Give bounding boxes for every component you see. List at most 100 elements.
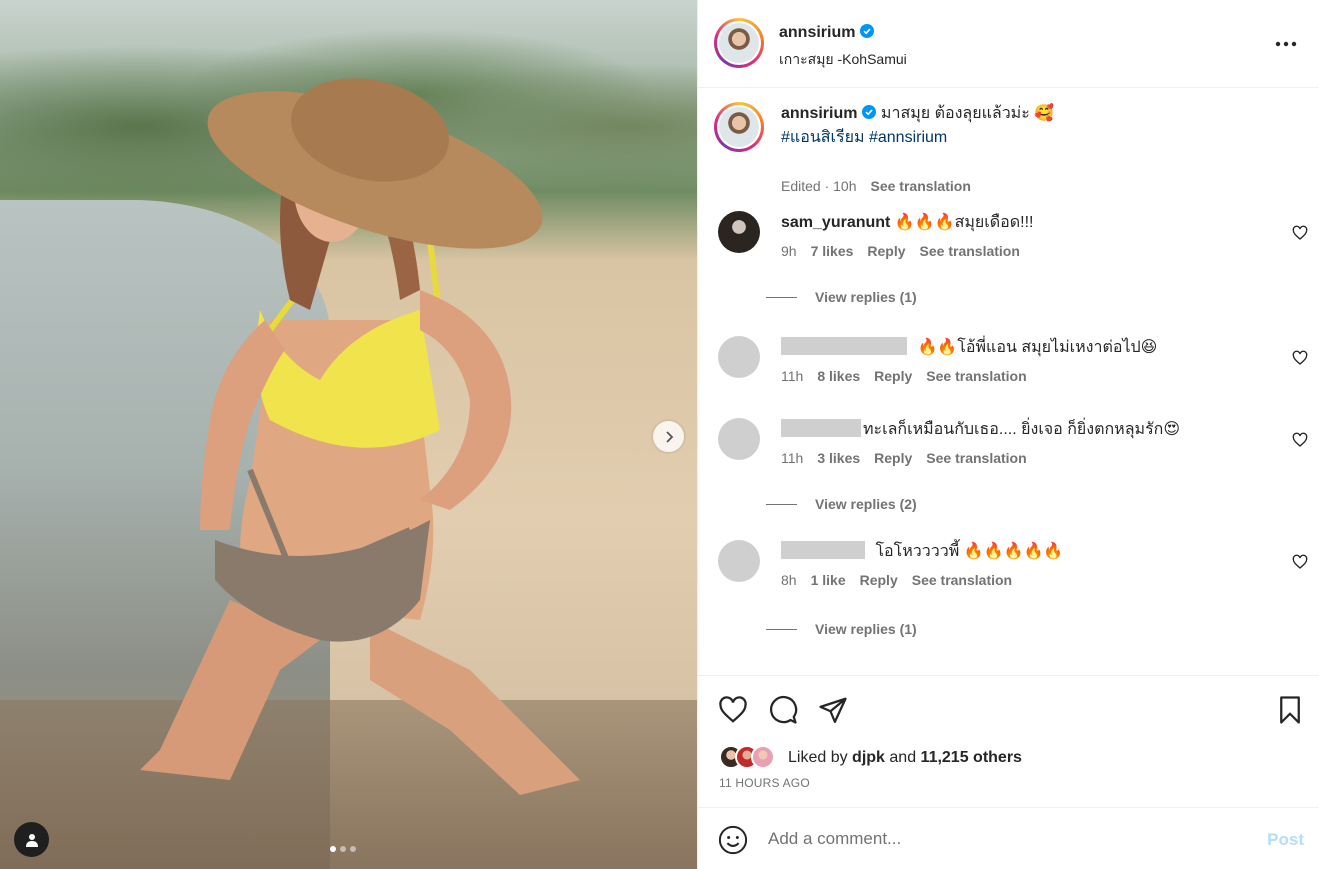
caption-username[interactable]: annsirium <box>781 105 857 122</box>
view-replies-button[interactable]: View replies (2) <box>766 496 917 512</box>
post-photo[interactable] <box>0 0 697 869</box>
caption-avatar[interactable] <box>714 102 764 152</box>
comment-likes[interactable]: 3 likes <box>817 450 860 466</box>
view-replies-button[interactable]: View replies (1) <box>766 289 917 305</box>
bookmark-icon <box>1280 696 1300 724</box>
author-username[interactable]: annsirium <box>779 24 875 42</box>
post-actions: Liked by djpk and 11,215 others 11 HOURS… <box>698 675 1319 807</box>
see-translation-link[interactable]: See translation <box>871 178 971 194</box>
comment-icon <box>770 695 798 724</box>
carousel-dot <box>340 846 346 852</box>
comment-likes[interactable]: 8 likes <box>817 368 860 384</box>
view-replies-label[interactable]: View replies (1) <box>815 621 917 637</box>
heart-icon <box>719 696 747 723</box>
verified-icon <box>860 24 875 38</box>
comment-body: โอโหววววพี้ 🔥🔥🔥🔥🔥 <box>875 543 1064 560</box>
comment-text: 🔥🔥โอ้พี่แอน สมุยไม่เหงาต่อไป😆 <box>781 336 1157 360</box>
post-side-panel: annsirium เกาะสมุย -KohSamui annsirium ม… <box>697 0 1319 869</box>
author-username-text[interactable]: annsirium <box>779 24 855 41</box>
comment-body: 🔥🔥โอ้พี่แอน สมุยไม่เหงาต่อไป😆 <box>917 339 1158 356</box>
caption-text: annsirium มาสมุย ต้องลุยแล้วม่ะ 🥰 #แอนสิ… <box>781 102 1054 150</box>
see-translation-link[interactable]: See translation <box>926 450 1026 466</box>
comment-like-icon[interactable] <box>1292 432 1308 448</box>
post-timestamp[interactable]: 11 HOURS AGO <box>719 776 810 790</box>
view-replies-label[interactable]: View replies (1) <box>815 289 917 305</box>
more-icon <box>1275 41 1297 47</box>
comment-likes[interactable]: 1 like <box>811 572 846 588</box>
redacted-username <box>781 337 907 355</box>
comment-input[interactable] <box>768 825 1238 853</box>
liked-by-user[interactable]: djpk <box>852 749 885 766</box>
comment-text: ทะเลก็เหมือนกับเธอ.... ยิ่งเจอ ก็ยิ่งตกห… <box>781 418 1180 442</box>
emoji-icon[interactable] <box>718 825 748 855</box>
share-button[interactable] <box>818 695 848 725</box>
comment-avatar[interactable] <box>718 418 760 460</box>
reply-button[interactable]: Reply <box>867 243 905 259</box>
comment-avatar[interactable] <box>718 540 760 582</box>
comment-button[interactable] <box>768 695 798 725</box>
comment-like-icon[interactable] <box>1292 350 1308 366</box>
hashtag-link[interactable]: #annsirium <box>869 129 947 146</box>
comment-avatar[interactable] <box>718 211 760 253</box>
comment-meta: 9h 7 likes Reply See translation <box>781 243 1020 259</box>
comment-body: 🔥🔥🔥สมุยเดือด!!! <box>894 214 1034 231</box>
comment-text: โอโหววววพี้ 🔥🔥🔥🔥🔥 <box>781 540 1063 564</box>
reply-button[interactable]: Reply <box>874 368 912 384</box>
liked-by-and: and <box>889 749 917 766</box>
photo-subject <box>140 78 580 795</box>
reply-button[interactable]: Reply <box>860 572 898 588</box>
liker-avatars[interactable] <box>719 745 783 771</box>
comment-time: 11h <box>781 450 804 466</box>
comment-body: ทะเลก็เหมือนกับเธอ.... ยิ่งเจอ ก็ยิ่งตกห… <box>863 421 1181 438</box>
post-location[interactable]: เกาะสมุย -KohSamui <box>779 49 907 71</box>
liked-by-text: Liked by djpk and 11,215 others <box>788 749 1022 767</box>
view-replies-label[interactable]: View replies (2) <box>815 496 917 512</box>
reply-button[interactable]: Reply <box>874 450 912 466</box>
like-button[interactable] <box>718 695 748 725</box>
comment-meta: 8h 1 like Reply See translation <box>781 572 1012 588</box>
view-replies-button[interactable]: View replies (1) <box>766 621 917 637</box>
author-avatar[interactable] <box>714 18 764 68</box>
see-translation-link[interactable]: See translation <box>912 572 1012 588</box>
more-options-button[interactable] <box>1273 34 1299 54</box>
comment-likes[interactable]: 7 likes <box>811 243 854 259</box>
comment-time: 9h <box>781 243 797 259</box>
comment-meta: 11h 8 likes Reply See translation <box>781 368 1027 384</box>
see-translation-link[interactable]: See translation <box>920 243 1020 259</box>
hashtag-link[interactable]: #แอนสิเรียม <box>781 129 865 146</box>
tagged-user-button[interactable] <box>14 822 49 857</box>
redacted-username <box>781 541 865 559</box>
chevron-right-icon <box>665 430 673 443</box>
add-comment-bar: Post <box>698 807 1319 869</box>
liked-by-prefix: Liked by <box>788 749 848 766</box>
post-header: annsirium เกาะสมุย -KohSamui <box>698 0 1319 88</box>
comment-text: sam_yuranunt 🔥🔥🔥สมุยเดือด!!! <box>781 211 1033 235</box>
view-replies-line <box>766 503 797 505</box>
caption-meta: Edited · 10h See translation <box>781 178 971 194</box>
share-icon <box>819 697 847 723</box>
comment-meta: 11h 3 likes Reply See translation <box>781 450 1027 466</box>
redacted-username <box>781 419 861 437</box>
post-comment-button[interactable]: Post <box>1267 830 1304 850</box>
carousel-dot <box>330 846 336 852</box>
comment-like-icon[interactable] <box>1292 554 1308 570</box>
comment-username[interactable]: sam_yuranunt <box>781 214 890 231</box>
caption-body: มาสมุย ต้องลุยแล้วม่ะ 🥰 <box>880 105 1055 122</box>
comment-time: 11h <box>781 368 804 384</box>
view-replies-line <box>766 628 797 630</box>
comments-list[interactable]: annsirium มาสมุย ต้องลุยแล้วม่ะ 🥰 #แอนสิ… <box>698 88 1319 675</box>
liked-by-others[interactable]: 11,215 others <box>921 749 1022 766</box>
carousel-dot <box>350 846 356 852</box>
caption-edited-time: Edited · 10h <box>781 178 857 194</box>
tagged-user-icon <box>25 833 38 847</box>
carousel-dots <box>330 846 356 852</box>
comment-avatar[interactable] <box>718 336 760 378</box>
comment-like-icon[interactable] <box>1292 225 1308 241</box>
liker-avatar <box>751 745 775 769</box>
comment-time: 8h <box>781 572 797 588</box>
save-button[interactable] <box>1275 695 1305 725</box>
see-translation-link[interactable]: See translation <box>926 368 1026 384</box>
verified-icon <box>862 105 877 119</box>
carousel-next-button[interactable] <box>653 421 684 452</box>
view-replies-line <box>766 296 797 298</box>
